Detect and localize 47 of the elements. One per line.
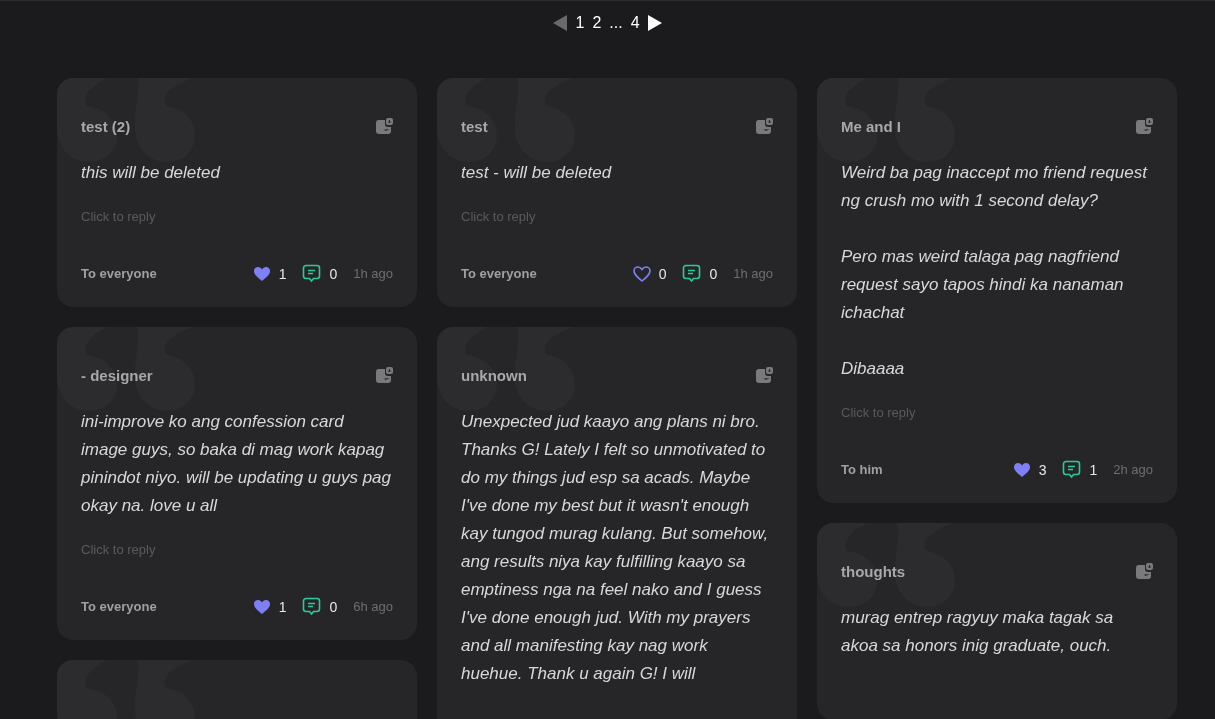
heart-icon[interactable] (1012, 461, 1031, 478)
comment-icon[interactable] (682, 264, 702, 283)
recipient-label: To everyone (81, 266, 158, 281)
like-count: 1 (278, 265, 287, 282)
like-count: 3 (1038, 461, 1047, 478)
like-count: 1 (278, 598, 287, 615)
post-time: 6h ago (353, 599, 393, 614)
card-title: unknown (461, 367, 527, 384)
comment-count: 0 (709, 265, 718, 282)
comment-icon[interactable] (302, 264, 322, 283)
comment-count: 0 (329, 265, 338, 282)
page-link[interactable]: 4 (629, 14, 641, 32)
heart-icon[interactable] (252, 598, 271, 615)
card-title: Me and I (841, 118, 901, 135)
post-time: 2h ago (1113, 462, 1153, 477)
card-title: thoughts (841, 563, 906, 580)
image-download-icon[interactable] (755, 367, 773, 384)
card-title: test (461, 118, 488, 135)
image-download-icon[interactable] (755, 118, 773, 135)
heart-icon[interactable] (632, 265, 651, 282)
confession-text: murag entrep ragyuy maka tagak sa akoa sa honors inig graduate, ouch. (841, 607, 1115, 657)
like-count: 0 (658, 265, 667, 282)
card-title: - designer (81, 367, 153, 384)
page-link[interactable]: 1 (574, 14, 586, 32)
page-link[interactable]: ... (608, 14, 624, 32)
confession-text: test - will be deleted (461, 162, 613, 184)
image-download-icon[interactable] (1135, 118, 1153, 135)
comment-icon[interactable] (1062, 460, 1082, 479)
recipient-label: To everyone (461, 266, 538, 281)
confession-text: Unexpected jud kaayo ang plans ni bro. Thanks G! Lately I felt so unmotivated to do my things jud esp sa acads. Maybe I've done my best but it wasn't enough kay tungod murag kulang. But somehow, ang results niya kay fulfilling kaayo sa emptiness nga na feel nako and I guess I've done enough jud. With my prayers and all manifesting kay nag work huehue. Thank u again G! I will (461, 411, 770, 685)
card-title: test (2) (81, 118, 131, 135)
comment-icon[interactable] (302, 597, 322, 616)
comment-count: 0 (329, 598, 338, 615)
image-download-icon[interactable] (375, 118, 393, 135)
page-link[interactable]: 2 (591, 14, 603, 32)
image-download-icon[interactable] (375, 367, 393, 384)
recipient-label: To everyone (81, 599, 158, 614)
post-time: 1h ago (733, 266, 773, 281)
post-time: 1h ago (353, 266, 393, 281)
recipient-label: To him (841, 462, 884, 477)
comment-count: 1 (1089, 461, 1098, 478)
confession-text: ini-improve ko ang confession card image guys, so baka di mag work kapag pinindot niyo. will be updating u guys pag okay na. love u all (81, 411, 392, 517)
confession-text: Weird ba pag inaccept mo friend request ng crush mo with 1 second delay? Pero mas weird talaga pag nagfriend request sayo tapos hindi ka nanaman ichachat Dibaaaa (841, 162, 1149, 380)
heart-icon[interactable] (252, 265, 271, 282)
image-download-icon[interactable] (1135, 563, 1153, 580)
next-page-icon[interactable] (646, 14, 663, 32)
confession-text: this will be deleted (81, 162, 222, 184)
